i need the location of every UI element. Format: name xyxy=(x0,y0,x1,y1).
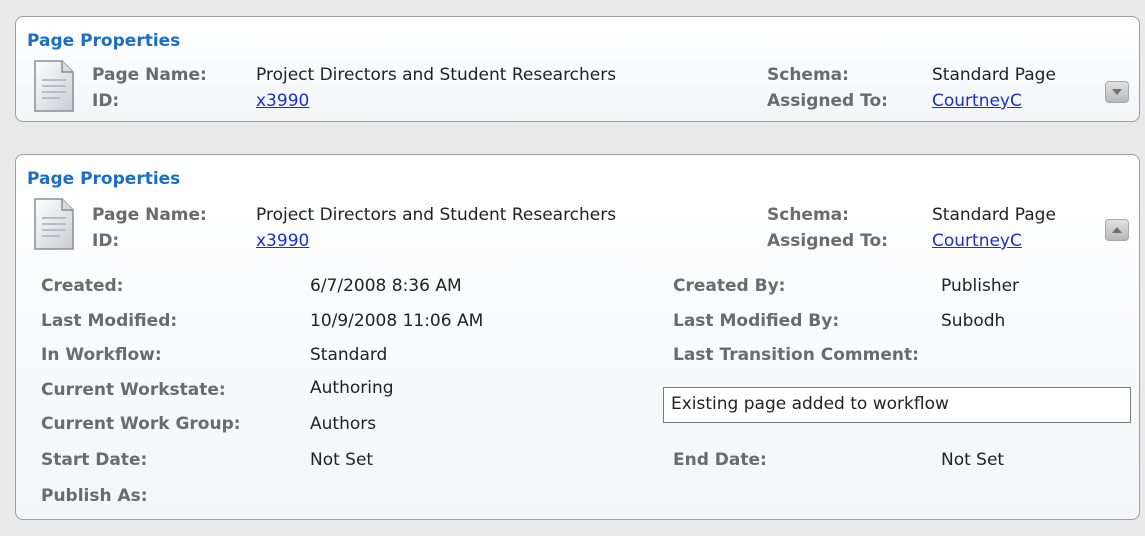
assigned-to-link[interactable]: CourtneyC xyxy=(932,231,1022,251)
chevron-down-icon xyxy=(1112,89,1122,95)
document-icon xyxy=(34,198,74,250)
assigned-to-label: Assigned To: xyxy=(767,231,888,251)
last-modified-by-value: Subodh xyxy=(941,311,1006,331)
current-work-group-label: Current Work Group: xyxy=(41,414,241,434)
page-properties-panel-collapsed: Page Properties Page Name: Project Direc… xyxy=(15,16,1140,122)
created-label: Created: xyxy=(41,276,124,296)
page-name-value: Project Directors and Student Researcher… xyxy=(256,65,617,85)
expand-button[interactable] xyxy=(1105,81,1129,103)
current-work-group-value: Authors xyxy=(310,414,377,434)
id-label: ID: xyxy=(92,91,120,111)
in-workflow-label: In Workflow: xyxy=(41,345,162,365)
schema-label: Schema: xyxy=(767,65,849,85)
last-transition-comment-label: Last Transition Comment: xyxy=(673,345,919,365)
id-label: ID: xyxy=(92,231,120,251)
created-by-value: Publisher xyxy=(941,276,1020,296)
created-value: 6/7/2008 8:36 AM xyxy=(310,276,462,296)
created-by-label: Created By: xyxy=(673,276,786,296)
panel-title: Page Properties xyxy=(27,31,181,51)
end-date-value: Not Set xyxy=(941,450,1005,470)
last-modified-label: Last Modified: xyxy=(41,311,178,331)
assigned-to-link[interactable]: CourtneyC xyxy=(932,91,1022,111)
chevron-up-icon xyxy=(1112,227,1122,233)
assigned-to-label: Assigned To: xyxy=(767,91,888,111)
collapse-button[interactable] xyxy=(1105,219,1129,241)
schema-label: Schema: xyxy=(767,205,849,225)
current-workstate-label: Current Workstate: xyxy=(41,380,226,400)
page-name-value: Project Directors and Student Researcher… xyxy=(256,205,617,225)
page-properties-panel-expanded: Page Properties Page Name: Project Direc… xyxy=(15,154,1140,520)
page-name-label: Page Name: xyxy=(92,65,207,85)
last-transition-comment-box: Existing page added to workflow xyxy=(663,387,1131,423)
id-link[interactable]: x3990 xyxy=(256,91,309,111)
document-icon xyxy=(34,60,74,112)
schema-value: Standard Page xyxy=(932,205,1056,225)
in-workflow-value: Standard xyxy=(310,345,388,365)
end-date-label: End Date: xyxy=(673,450,767,470)
id-link[interactable]: x3990 xyxy=(256,231,309,251)
start-date-value: Not Set xyxy=(310,450,374,470)
panel-title: Page Properties xyxy=(27,169,181,189)
current-workstate-value: Authoring xyxy=(310,378,394,398)
last-modified-value: 10/9/2008 11:06 AM xyxy=(310,311,484,331)
schema-value: Standard Page xyxy=(932,65,1056,85)
publish-as-label: Publish As: xyxy=(41,486,148,506)
start-date-label: Start Date: xyxy=(41,450,148,470)
last-modified-by-label: Last Modified By: xyxy=(673,311,840,331)
page-name-label: Page Name: xyxy=(92,205,207,225)
